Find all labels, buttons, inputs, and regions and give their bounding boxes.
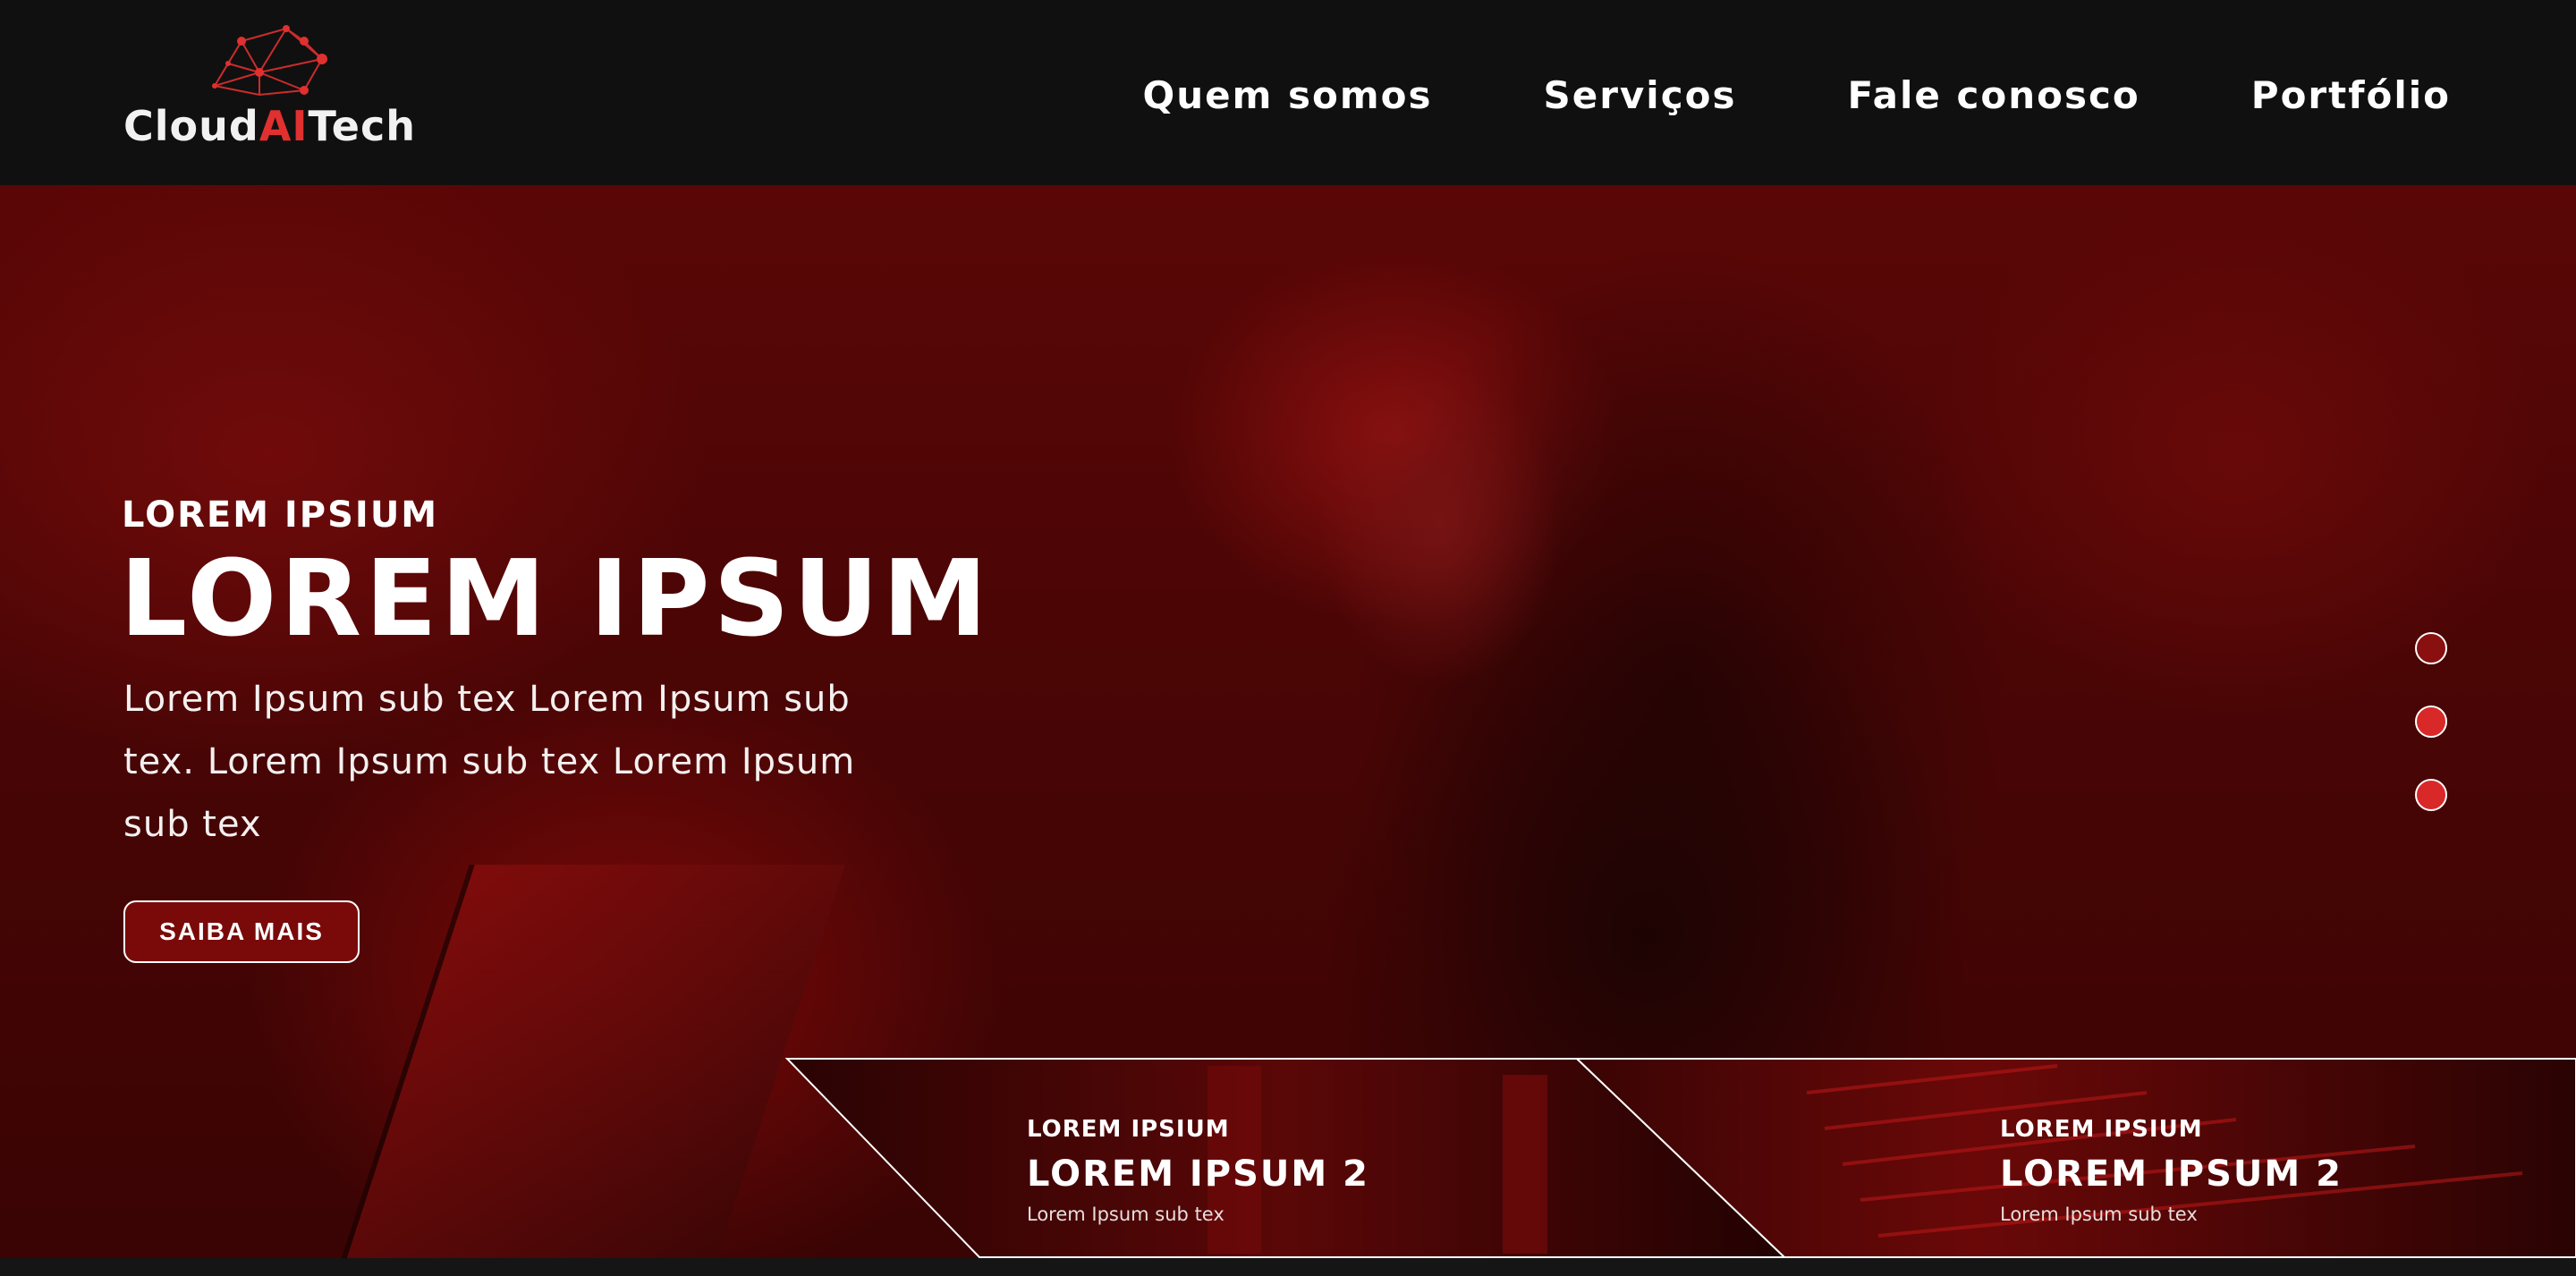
feature-cards: LOREM IPSIUM LOREM IPSUM 2 Lorem Ipsum s… (0, 1057, 2576, 1259)
card-subtitle: Lorem Ipsum sub tex (2000, 1204, 2198, 1225)
site-header: CloudAITech Quem somos Serviços Fale con… (0, 0, 2576, 185)
brand-name: CloudAITech (123, 102, 416, 150)
card-eyebrow: LOREM IPSIUM (2000, 1116, 2203, 1143)
nav-link-servicos[interactable]: Serviços (1543, 73, 1736, 117)
feature-card-2[interactable]: LOREM IPSIUM LOREM IPSUM 2 Lorem Ipsum s… (2000, 1116, 2343, 1225)
main-nav: Quem somos Serviços Fale conosco Portfól… (1143, 73, 2451, 117)
nav-link-quem-somos[interactable]: Quem somos (1143, 73, 1433, 117)
brand-name-ai: AI (258, 102, 309, 150)
nav-link-portfolio[interactable]: Portfólio (2251, 73, 2451, 117)
brand-name-part1: Cloud (123, 102, 259, 150)
card-eyebrow: LOREM IPSIUM (1027, 1116, 1230, 1143)
card-title: LOREM IPSUM 2 (1027, 1153, 1369, 1195)
card-subtitle: Lorem Ipsum sub tex (1027, 1204, 1224, 1225)
slide-dot-1[interactable] (2415, 632, 2447, 664)
slide-dot-2[interactable] (2415, 706, 2447, 738)
brand-name-part3: Tech (308, 102, 417, 150)
feature-card-1[interactable]: LOREM IPSIUM LOREM IPSUM 2 Lorem Ipsum s… (1027, 1116, 1369, 1225)
hero-subtitle: Lorem Ipsum sub tex Lorem Ipsum sub tex.… (123, 679, 856, 845)
saiba-mais-button[interactable]: SAIBA MAIS (123, 900, 360, 963)
logo[interactable]: CloudAITech (123, 23, 436, 150)
hero-title: LOREM IPSUM (120, 537, 991, 660)
slide-dot-3[interactable] (2415, 779, 2447, 811)
network-cloud-icon (212, 25, 327, 97)
nav-link-fale-conosco[interactable]: Fale conosco (1847, 73, 2140, 117)
page-bottom-strip (0, 1259, 2576, 1276)
hero-eyebrow: LOREM IPSIUM (122, 494, 439, 536)
card-title: LOREM IPSUM 2 (2000, 1153, 2343, 1195)
